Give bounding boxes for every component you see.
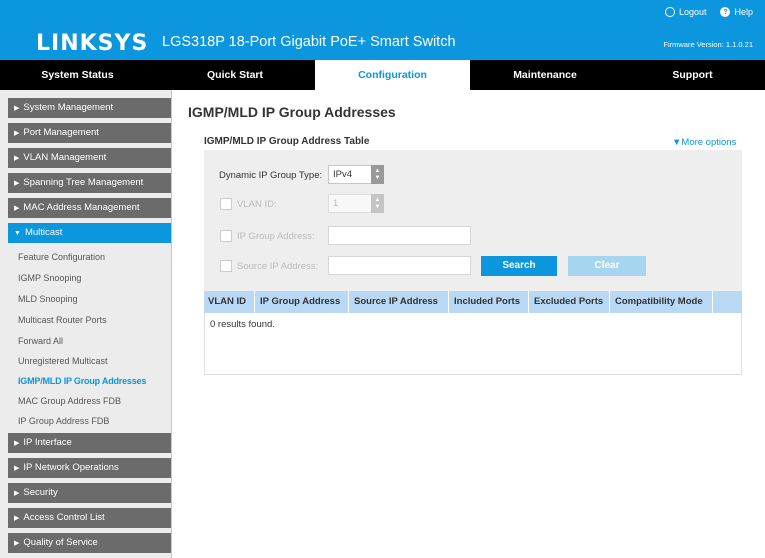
caret-right-icon: ▶ [14,180,20,187]
caret-right-icon: ▶ [14,205,20,212]
ip-group-type-label: Dynamic IP Group Type: [219,170,323,181]
sidebar-item-system-management[interactable]: ▶ System Management [8,98,171,118]
tab-system-status[interactable]: System Status [0,60,155,90]
sidebar-subitem-igmp-snooping[interactable]: IGMP Snooping [18,273,81,283]
column-divider [254,291,255,313]
sidebar-item-ip-network-operations[interactable]: ▶ IP Network Operations [8,458,171,478]
column-vlan-id[interactable]: VLAN ID [208,291,246,313]
column-ip-group-address[interactable]: IP Group Address [260,291,340,313]
caret-right-icon: ▶ [14,155,20,162]
tab-support[interactable]: Support [620,60,765,90]
sidebar-item-label: Port Management [23,127,99,138]
clear-button[interactable]: Clear [568,256,646,276]
sidebar-subitem-unregistered-multicast[interactable]: Unregistered Multicast [18,356,108,366]
sidebar-item-security[interactable]: ▶ Security [8,483,171,503]
sidebar-item-port-management[interactable]: ▶ Port Management [8,123,171,143]
sidebar-item-vlan-management[interactable]: ▶ VLAN Management [8,148,171,168]
column-divider [712,291,713,313]
column-divider [348,291,349,313]
page-title: IGMP/MLD IP Group Addresses [188,104,396,120]
tab-configuration[interactable]: Configuration [315,60,470,90]
sidebar-item-label: IP Interface [23,437,72,448]
logout-link[interactable]: Logout [664,7,707,17]
help-link[interactable]: ? Help [720,7,753,17]
caret-right-icon: ▶ [14,540,20,547]
sidebar-item-label: Security [23,487,58,498]
tab-maintenance[interactable]: Maintenance [470,60,620,90]
caret-right-icon: ▶ [14,130,20,137]
help-icon: ? [720,7,731,17]
table-title: IGMP/MLD IP Group Address Table [204,136,370,147]
results-table-body: 0 results found. [204,313,742,375]
vlan-id-checkbox[interactable] [220,198,232,210]
sidebar-subitem-igmp-mld-ip-group-addresses[interactable]: IGMP/MLD IP Group Addresses [18,376,146,386]
linksys-logo: LINKSYS [36,31,149,56]
help-label: Help [734,7,753,17]
caret-right-icon: ▶ [14,465,20,472]
select-arrows-icon: ▲ ▼ [371,194,384,213]
more-options-link[interactable]: ▼More options [672,137,736,148]
caret-down-icon: ▼ [14,230,21,237]
tab-quick-start[interactable]: Quick Start [155,60,315,90]
header: LINKSYS LGS318P 18-Port Gigabit PoE+ Sma… [0,0,765,60]
sidebar-item-label: MAC Address Management [23,202,140,213]
sidebar-item-label: Access Control List [23,512,105,523]
sidebar-item-label: VLAN Management [23,152,107,163]
ip-group-address-input[interactable] [328,226,471,245]
sidebar-subitem-mld-snooping[interactable]: MLD Snooping [18,294,78,304]
sidebar-item-label: Quality of Service [23,537,98,548]
top-links: Logout ? Help [664,7,753,17]
logout-label: Logout [678,7,707,17]
sidebar-item-quality-of-service[interactable]: ▶ Quality of Service [8,533,171,553]
sidebar-subitem-multicast-router-ports[interactable]: Multicast Router Ports [18,315,107,325]
sidebar-item-multicast[interactable]: ▼ Multicast [8,223,171,243]
product-name: LGS318P 18-Port Gigabit PoE+ Smart Switc… [162,34,456,50]
caret-right-icon: ▶ [14,105,20,112]
vlan-id-select[interactable]: 1 ▲ ▼ [328,194,384,213]
sidebar-subitem-feature-configuration[interactable]: Feature Configuration [18,252,105,262]
sidebar-item-label: IP Network Operations [23,462,119,473]
column-included-ports[interactable]: Included Ports [454,291,520,313]
ip-group-type-value: IPv4 [333,169,353,180]
column-compatibility-mode[interactable]: Compatibility Mode [615,291,703,313]
source-ip-address-checkbox[interactable] [220,260,232,272]
sidebar-item-ip-interface[interactable]: ▶ IP Interface [8,433,171,453]
column-excluded-ports[interactable]: Excluded Ports [534,291,603,313]
sidebar-item-access-control-list[interactable]: ▶ Access Control List [8,508,171,528]
select-arrows-icon: ▲ ▼ [371,165,384,184]
sidebar-subitem-ip-group-address-fdb[interactable]: IP Group Address FDB [18,416,109,426]
sidebar-divider [171,90,172,558]
caret-right-icon: ▶ [14,515,20,522]
ip-group-address-checkbox[interactable] [220,230,232,242]
empty-results-message: 0 results found. [210,319,275,330]
sidebar-item-label: Multicast [24,227,63,238]
results-table-header: VLAN ID IP Group Address Source IP Addre… [204,291,742,313]
sidebar-item-label: System Management [23,102,114,113]
column-divider [528,291,529,313]
ip-group-type-select[interactable]: IPv4 ▲ ▼ [328,165,384,184]
sidebar-item-spanning-tree-management[interactable]: ▶ Spanning Tree Management [8,173,171,193]
sidebar-subitem-mac-group-address-fdb[interactable]: MAC Group Address FDB [18,396,121,406]
vlan-id-value: 1 [333,198,339,209]
vlan-id-label: VLAN ID: [237,199,277,210]
sidebar-subitem-forward-all[interactable]: Forward All [18,336,63,346]
caret-right-icon: ▶ [14,440,20,447]
main-nav: System Status Quick Start Configuration … [0,60,765,90]
column-source-ip-address[interactable]: Source IP Address [354,291,438,313]
power-icon [664,7,675,17]
ip-group-address-label: IP Group Address: [237,231,315,242]
column-divider [448,291,449,313]
source-ip-address-label: Source IP Address: [237,261,319,272]
caret-right-icon: ▶ [14,490,20,497]
sidebar-item-mac-address-management[interactable]: ▶ MAC Address Management [8,198,171,218]
sidebar-item-label: Spanning Tree Management [23,177,144,188]
source-ip-address-input[interactable] [328,256,471,275]
firmware-version: Firmware Version: 1.1.0.21 [663,40,753,49]
search-button[interactable]: Search [481,256,557,276]
column-divider [609,291,610,313]
